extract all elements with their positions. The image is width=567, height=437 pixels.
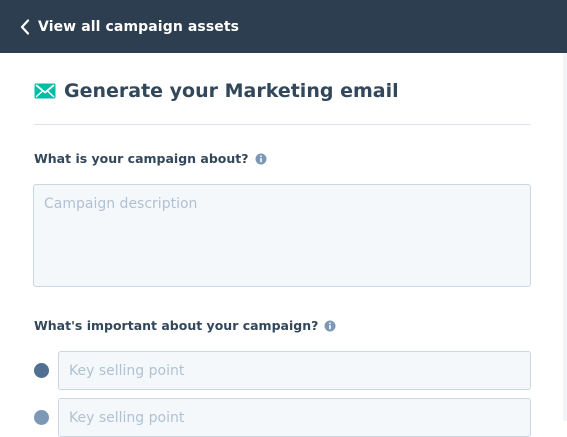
key-selling-point-input[interactable] xyxy=(58,351,531,390)
scrollbar-track[interactable] xyxy=(563,53,567,421)
campaign-about-label: What is your campaign about? xyxy=(34,151,267,166)
info-icon[interactable] xyxy=(255,153,267,165)
selling-point-bullet xyxy=(34,363,49,378)
campaign-important-label: What's important about your campaign? xyxy=(34,318,336,333)
key-selling-point-input[interactable] xyxy=(58,398,531,437)
campaign-about-label-text: What is your campaign about? xyxy=(34,151,249,166)
email-icon xyxy=(34,83,56,99)
title-row: Generate your Marketing email xyxy=(34,80,399,102)
page-title: Generate your Marketing email xyxy=(64,80,399,102)
divider xyxy=(34,124,531,125)
selling-point-bullet xyxy=(34,410,49,425)
campaign-important-label-text: What's important about your campaign? xyxy=(34,318,319,333)
back-to-campaign-assets-link[interactable]: View all campaign assets xyxy=(20,19,239,35)
campaign-description-input[interactable] xyxy=(33,184,531,287)
chevron-left-icon xyxy=(20,18,30,35)
back-link-label: View all campaign assets xyxy=(38,18,240,35)
info-icon[interactable] xyxy=(324,320,336,332)
top-bar: View all campaign assets xyxy=(0,0,567,53)
